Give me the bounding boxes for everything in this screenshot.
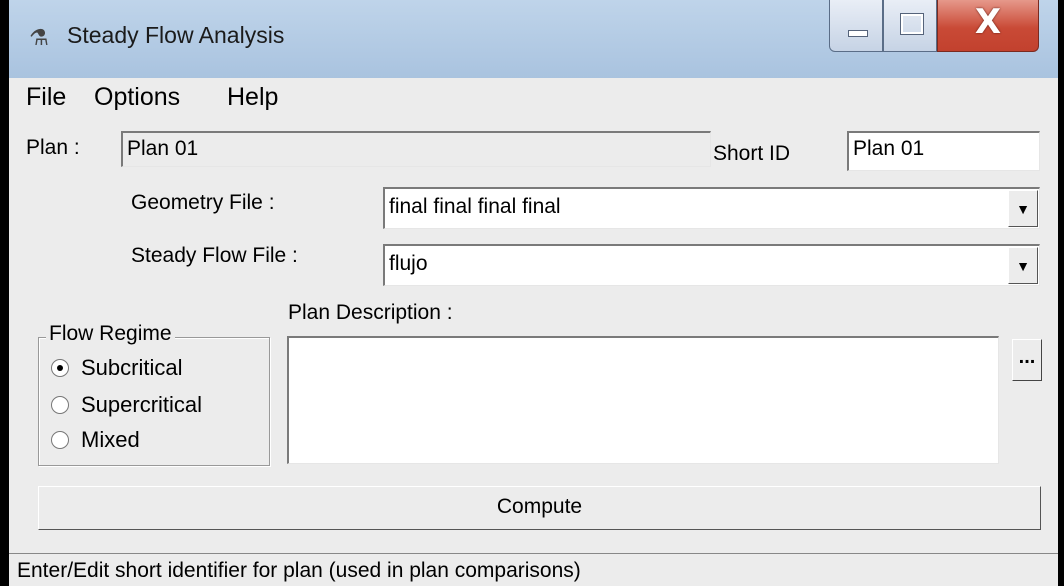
minimize-icon: [848, 30, 868, 37]
radio-label: Supercritical: [81, 392, 203, 417]
plan-label: Plan :: [26, 136, 80, 159]
radio-subcritical[interactable]: Subcritical: [51, 355, 291, 385]
geometry-file-select[interactable]: final final final final ▼: [383, 187, 1040, 229]
status-bar: Enter/Edit short identifier for plan (us…: [9, 553, 1058, 586]
plan-description-label: Plan Description :: [288, 301, 453, 324]
menu-file[interactable]: File: [26, 83, 66, 112]
window-title: Steady Flow Analysis: [67, 22, 285, 48]
geometry-file-label: Geometry File :: [131, 191, 275, 214]
chevron-down-icon[interactable]: ▼: [1008, 190, 1038, 227]
maximize-icon: [900, 13, 924, 35]
radio-unchecked-icon[interactable]: [51, 431, 69, 449]
steady-flow-file-select[interactable]: flujo ▼: [383, 244, 1040, 286]
plan-description-textarea[interactable]: [287, 336, 999, 464]
chevron-down-icon[interactable]: ▼: [1008, 247, 1038, 284]
radio-checked-icon[interactable]: [51, 359, 69, 377]
geometry-file-value: final final final final: [389, 195, 561, 218]
steady-flow-file-label: Steady Flow File :: [131, 244, 298, 267]
compute-button[interactable]: Compute: [38, 486, 1041, 530]
maximize-button[interactable]: [883, 0, 937, 52]
menu-help[interactable]: Help: [227, 83, 278, 112]
flow-regime-legend: Flow Regime: [46, 322, 175, 346]
app-figure-icon[interactable]: ⚗: [27, 26, 51, 50]
minimize-button[interactable]: [829, 0, 883, 52]
radio-mixed[interactable]: Mixed: [51, 427, 291, 457]
status-text: Enter/Edit short identifier for plan (us…: [17, 559, 581, 582]
radio-label: Mixed: [81, 427, 140, 452]
radio-supercritical[interactable]: Supercritical: [51, 392, 291, 422]
close-button[interactable]: X: [937, 0, 1039, 52]
close-icon: X: [974, 2, 1002, 42]
menu-options[interactable]: Options: [94, 83, 180, 112]
short-id-label: Short ID: [713, 142, 791, 165]
plan-name-input[interactable]: Plan 01: [121, 131, 711, 167]
menu-bar: File Options Help: [9, 78, 1058, 116]
title-bar[interactable]: ⚗ Steady Flow Analysis X: [9, 0, 1058, 78]
radio-unchecked-icon[interactable]: [51, 396, 69, 414]
radio-label: Subcritical: [81, 355, 183, 380]
short-id-input[interactable]: Plan 01: [847, 131, 1040, 171]
radio-dot-icon: [57, 365, 63, 371]
steady-flow-file-value: flujo: [389, 252, 428, 275]
steady-flow-window: ⚗ Steady Flow Analysis X File Options He…: [9, 0, 1058, 586]
description-ellipsis-button[interactable]: ...: [1012, 339, 1042, 381]
